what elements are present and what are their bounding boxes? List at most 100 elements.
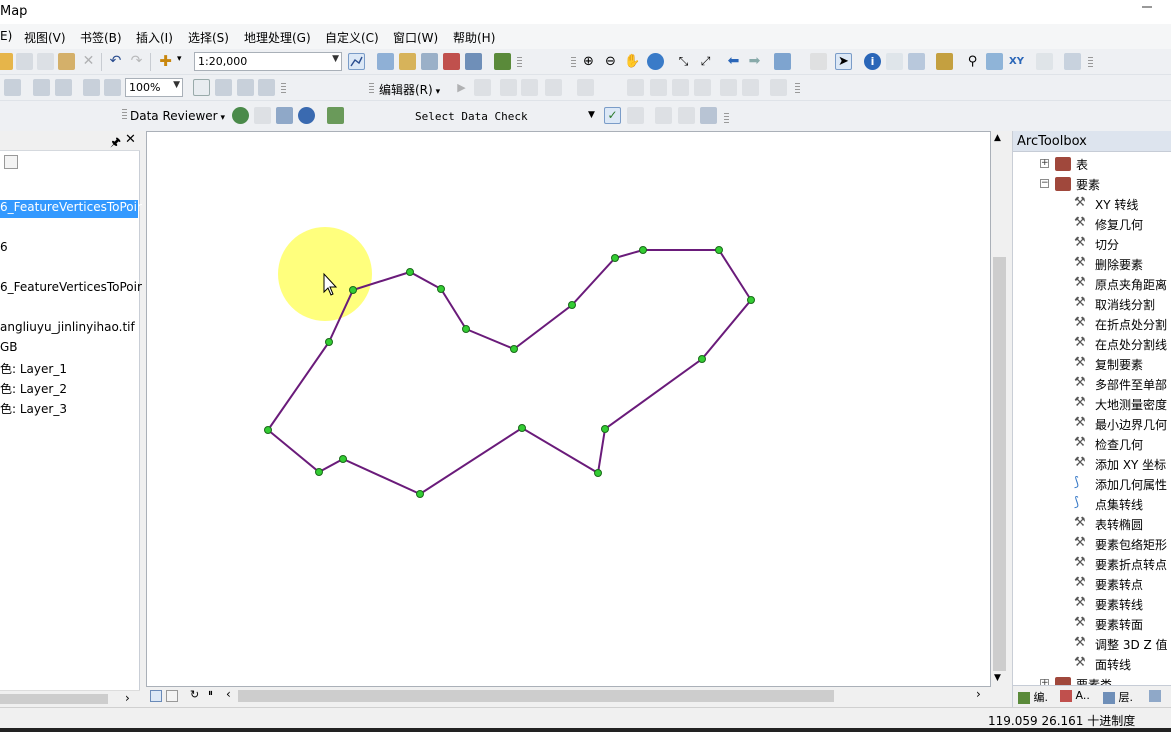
tool-item[interactable]: ⚒ XY 转线: [1013, 194, 1171, 214]
toolset-node[interactable]: + 表: [1013, 154, 1171, 174]
tool-item[interactable]: ⚒ 调整 3D Z 值: [1013, 634, 1171, 654]
zoom-in-icon[interactable]: ⊕: [580, 53, 597, 70]
chevron-down-icon[interactable]: ▼: [173, 80, 180, 90]
toolbar-grip[interactable]: [122, 109, 127, 121]
delete-icon[interactable]: ✕: [80, 53, 97, 70]
map-vertical-scrollbar[interactable]: ▲ ▼: [991, 131, 1008, 687]
add-data-icon[interactable]: ✚: [157, 53, 174, 70]
menu-geoprocessing[interactable]: 地理处理(G): [244, 29, 311, 46]
reviewer-session-icon[interactable]: [232, 107, 249, 124]
chevron-down-icon[interactable]: ▼: [994, 673, 1001, 683]
find-icon[interactable]: ⚲: [964, 53, 981, 70]
select-data-check-combobox[interactable]: Select Data Check: [415, 110, 528, 123]
toolbar-grip[interactable]: [724, 113, 729, 125]
tab-arctoolbox[interactable]: A..: [1060, 689, 1090, 705]
fixed-zoom-in-icon[interactable]: ⤡: [675, 53, 692, 70]
model-builder-icon[interactable]: [494, 53, 511, 70]
menu-customize[interactable]: 自定义(C): [325, 29, 379, 46]
hyperlink-icon[interactable]: [886, 53, 903, 70]
scrollbar-thumb[interactable]: [238, 690, 834, 702]
toc-horizontal-scrollbar[interactable]: ›: [0, 690, 140, 707]
map-view[interactable]: [146, 131, 991, 687]
collapse-icon[interactable]: −: [1040, 179, 1049, 188]
zoom-combobox[interactable]: 100% ▼: [125, 78, 183, 97]
reshape-icon[interactable]: [650, 79, 667, 96]
pin-icon[interactable]: 🖈: [110, 133, 121, 154]
redo-icon[interactable]: ↷: [128, 53, 145, 70]
tab-editor[interactable]: 编.: [1018, 689, 1048, 705]
layout-view-icon[interactable]: [166, 690, 178, 702]
tool-item[interactable]: ⚒ 在点处分割线: [1013, 334, 1171, 354]
scrollbar-thumb[interactable]: [0, 694, 108, 704]
run-check-icon[interactable]: ✓: [604, 107, 621, 124]
chevron-down-icon[interactable]: ▼: [588, 110, 595, 120]
data-driven-pages-icon[interactable]: [258, 79, 275, 96]
python-window-icon[interactable]: [465, 53, 482, 70]
editor-menu[interactable]: 编辑器(R) ▾: [379, 81, 440, 98]
reviewer-zoom-icon[interactable]: [700, 107, 717, 124]
full-extent-icon[interactable]: [647, 53, 664, 70]
toolbar-grip[interactable]: [1088, 57, 1093, 69]
rotate-icon[interactable]: [720, 79, 737, 96]
tool-item[interactable]: ⚒ 要素折点转点: [1013, 554, 1171, 574]
straight-segment-icon[interactable]: [500, 79, 517, 96]
toolbar-grip[interactable]: [517, 57, 522, 69]
table-of-contents-icon[interactable]: [377, 53, 394, 70]
select-elements-icon[interactable]: ➤: [835, 53, 852, 70]
tool-item[interactable]: ⚒ 要素转点: [1013, 574, 1171, 594]
menu-help[interactable]: 帮助(H): [453, 29, 495, 46]
catalog-icon[interactable]: [399, 53, 416, 70]
undo-icon[interactable]: ↶: [107, 53, 124, 70]
trace-icon[interactable]: [545, 79, 562, 96]
go-to-xy-icon[interactable]: XY: [1008, 53, 1025, 70]
end-point-arc-icon[interactable]: [521, 79, 538, 96]
reviewer-browse-icon[interactable]: [276, 107, 293, 124]
tool-item[interactable]: ⚒ 添加 XY 坐标: [1013, 454, 1171, 474]
zoom-100-icon[interactable]: [55, 79, 72, 96]
layout-back-icon[interactable]: [83, 79, 100, 96]
change-layout-icon[interactable]: [237, 79, 254, 96]
menu-bookmarks[interactable]: 书签(B): [80, 29, 122, 46]
pause-drawing-icon[interactable]: ⏸: [208, 688, 213, 699]
focus-data-frame-icon[interactable]: [215, 79, 232, 96]
chevron-left-icon[interactable]: ‹: [226, 687, 231, 701]
tool-item[interactable]: ⚒ 要素包络矩形: [1013, 534, 1171, 554]
html-popup-icon[interactable]: [908, 53, 925, 70]
chevron-down-icon[interactable]: ▼: [332, 54, 339, 64]
reviewer-overview-icon[interactable]: [655, 107, 672, 124]
zoom-whole-page-icon[interactable]: [33, 79, 50, 96]
tool-item[interactable]: ⚒ 在折点处分割: [1013, 314, 1171, 334]
data-view-icon[interactable]: [150, 690, 162, 702]
menu-insert[interactable]: 插入(I): [136, 29, 173, 46]
chevron-right-icon[interactable]: ›: [125, 691, 130, 705]
map-canvas[interactable]: [147, 132, 992, 688]
scrollbar-thumb[interactable]: [993, 257, 1006, 671]
chevron-right-icon[interactable]: ›: [976, 687, 981, 701]
tab-layers[interactable]: 层.: [1103, 689, 1133, 705]
reviewer-flag-icon[interactable]: [678, 107, 695, 124]
go-back-icon[interactable]: ⬅: [725, 53, 742, 70]
zoom-out-icon[interactable]: ⊖: [602, 53, 619, 70]
reviewer-check-icon[interactable]: [327, 107, 344, 124]
tool-item[interactable]: ⚒ 面转线: [1013, 654, 1171, 674]
tool-item[interactable]: ⚒ 删除要素: [1013, 254, 1171, 274]
save-icon[interactable]: [0, 53, 13, 70]
layout-page-icon[interactable]: [4, 79, 21, 96]
cut-icon[interactable]: [16, 53, 33, 70]
point-icon[interactable]: [577, 79, 594, 96]
find-route-icon[interactable]: [986, 53, 1003, 70]
tool-item[interactable]: ⚒ 最小边界几何: [1013, 414, 1171, 434]
chevron-up-icon[interactable]: ▲: [994, 133, 1001, 143]
time-slider-icon[interactable]: [1036, 53, 1053, 70]
tool-item[interactable]: ⚒ 修复几何: [1013, 214, 1171, 234]
tool-item[interactable]: ⟆ 点集转线: [1013, 494, 1171, 514]
toolbar-grip[interactable]: [795, 83, 800, 95]
add-data-dropdown-icon[interactable]: ▾: [177, 54, 182, 64]
tool-item[interactable]: ⚒ 表转椭圆: [1013, 514, 1171, 534]
tool-item[interactable]: ⚒ 检查几何: [1013, 434, 1171, 454]
create-viewer-icon[interactable]: [1064, 53, 1081, 70]
toc-layer-raster[interactable]: angliuyu_jinlinyihao.tif: [0, 320, 135, 338]
data-reviewer-menu[interactable]: Data Reviewer ▾: [130, 109, 225, 123]
toolbar-grip[interactable]: [571, 57, 576, 69]
clear-selection-icon[interactable]: [810, 53, 827, 70]
